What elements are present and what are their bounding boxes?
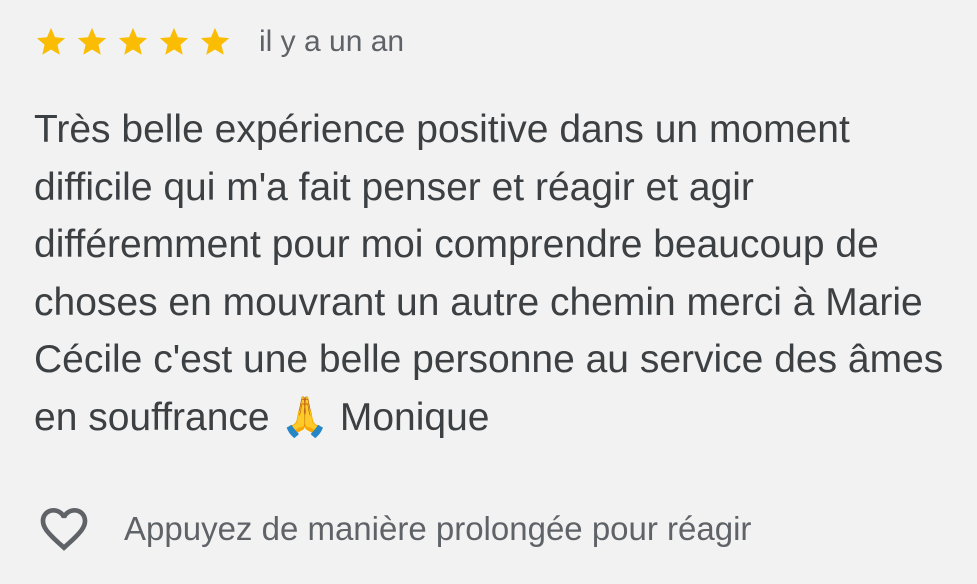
star-icon <box>116 25 150 59</box>
star-icon <box>198 25 232 59</box>
reaction-row: Appuyez de manière prolongée pour réagir <box>34 500 751 558</box>
star-icon <box>75 25 109 59</box>
review-text: Très belle expérience positive dans un m… <box>34 108 944 439</box>
star-icon <box>34 25 68 59</box>
review-date: il y a un an <box>259 25 405 58</box>
star-rating <box>34 25 239 59</box>
review-card: il y a un an Très belle expérience posit… <box>0 0 977 584</box>
star-icon <box>157 25 191 59</box>
rating-row: il y a un an <box>34 22 404 62</box>
reaction-hint: Appuyez de manière prolongée pour réagir <box>124 510 752 547</box>
heart-icon[interactable] <box>34 501 94 557</box>
